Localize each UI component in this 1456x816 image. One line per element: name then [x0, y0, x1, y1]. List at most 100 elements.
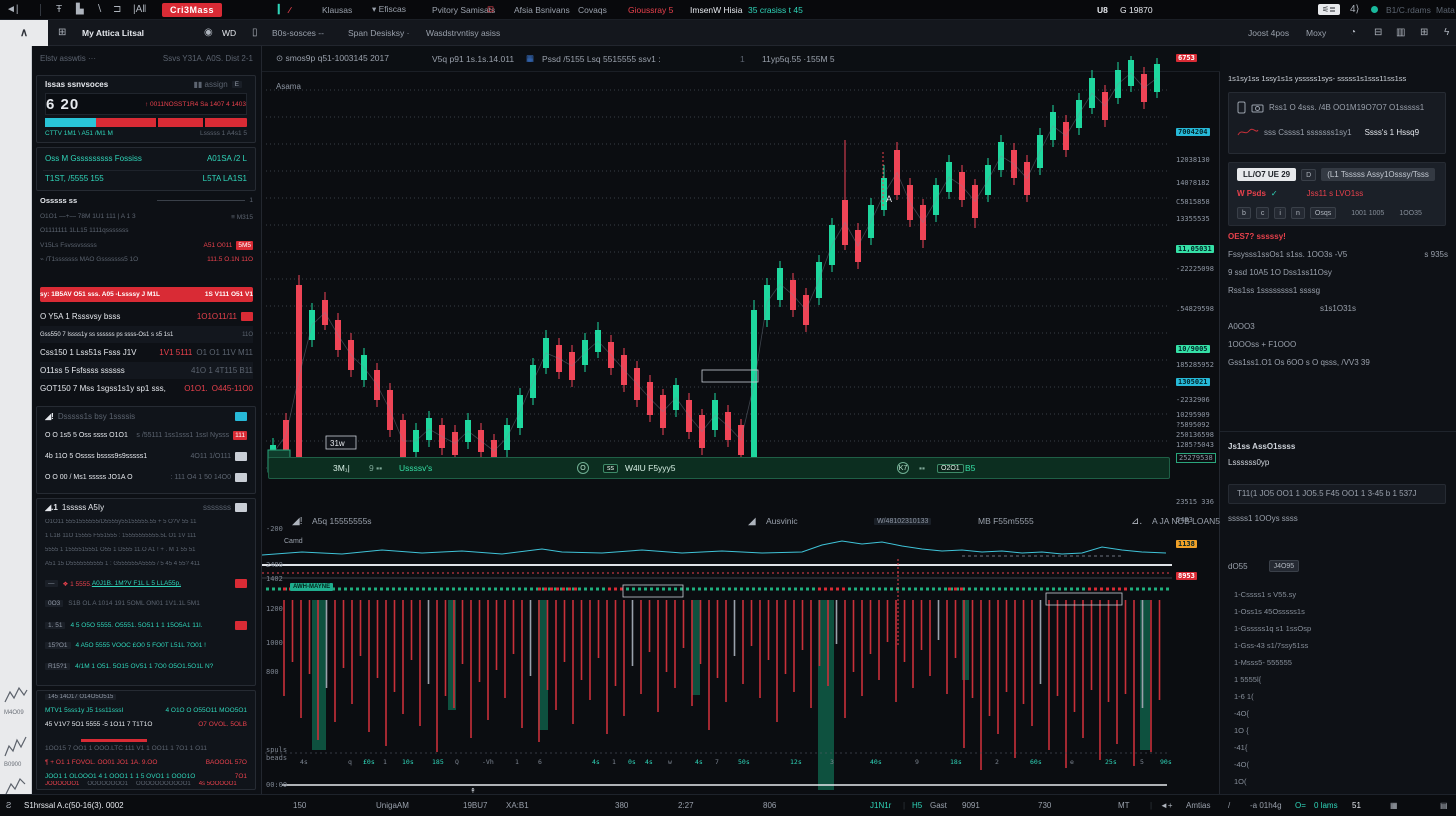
topbar-item[interactable]: ∕ [289, 0, 290, 19]
menubar-icon[interactable]: ◉ [204, 20, 213, 45]
banner-text[interactable]: 3M₁| [333, 463, 350, 473]
log-table-row[interactable]: —❖ 1 5555. A0J1B. 1M?V F1L L 5 LLA55p, [45, 579, 247, 588]
statusbar-item[interactable]: J1N1r [870, 795, 891, 816]
topbar-icon[interactable]: ∖ [96, 0, 102, 19]
statusbar-item[interactable]: 19BU7 [463, 795, 487, 816]
sparkline-icon[interactable] [3, 732, 29, 760]
format-button[interactable]: Osqs [1310, 207, 1336, 219]
corner-chip[interactable]: E [232, 81, 242, 88]
topbar-item[interactable]: 35 crasiss t 45 [748, 0, 803, 19]
watch-row[interactable]: 1OO15 7 OO1 1 OOO.LTC 111 V1 1 OO11 1 7O… [45, 745, 247, 752]
watch-row[interactable]: 45 V1V7 5O1 5555 -5 1O11 7 T1T1OO7 OVOL.… [45, 721, 247, 728]
signals-badge[interactable] [235, 412, 247, 421]
format-button[interactable]: n [1291, 207, 1305, 219]
watch-row[interactable]: MTV1 5sss1y J5 1ss11sssI4 O1O O O55O11 M… [45, 707, 247, 714]
banner-circle-icon[interactable]: K7 [897, 462, 909, 474]
statusbar-item[interactable]: Gast [930, 795, 947, 816]
candlestick-chart[interactable]: 31wA [262, 56, 1210, 496]
log-table-row[interactable]: R15?14/1M 1 O51. 5O15 OV51 1 7O0 O5O1.5O… [45, 663, 247, 670]
topbar-item[interactable]: B1/C.rdams [1386, 0, 1431, 19]
right-list-item[interactable]: 1-Cssss1 s V55.sy [1234, 590, 1296, 599]
menubar-item[interactable]: B0s-sosces -- [272, 20, 324, 45]
statusbar-icon[interactable]: ▦ [1390, 795, 1398, 816]
format-button[interactable]: b [1237, 207, 1251, 219]
topbar-item[interactable]: ▎ [278, 0, 285, 19]
right-list-item[interactable]: -4O( [1234, 760, 1249, 769]
right-list-item[interactable]: 1O( [1234, 777, 1247, 786]
volume-header-chip[interactable]: W/48102310133 [874, 508, 936, 534]
banner-box-chip[interactable]: ss [603, 464, 618, 473]
volume-header-icon[interactable]: ◢! [292, 508, 302, 534]
log-table-row[interactable]: 15?O14 A5O 5555 VOOC £O0 5 FO0T L51L 7O0… [45, 642, 247, 649]
saved-layout-label[interactable]: Ssvs Y31A. A0S. Dist 2-1 [163, 54, 253, 63]
right-list-item[interactable]: 1-Gsssss1q s1 1ssOsp [1234, 624, 1311, 633]
topbar-item[interactable]: Pvitory Samisats [432, 0, 495, 19]
sparkline-icon[interactable] [3, 682, 29, 708]
topbar-item[interactable]: U8 [1097, 0, 1108, 19]
menubar-item[interactable]: Joost 4pos [1248, 20, 1289, 45]
account-row[interactable]: Oss M Gsssssssss FossissA01SA /2 L [45, 154, 247, 163]
statusbar-item[interactable]: MT [1118, 795, 1130, 816]
banner-text[interactable]: ▪▪ [919, 463, 925, 473]
tab-active[interactable]: LL/O7 UE 29 [1237, 168, 1296, 181]
statusbar-icon[interactable]: ▤ [1440, 795, 1448, 816]
battery-chip[interactable]: ⚟≣ [1318, 0, 1340, 19]
statusbar-item[interactable]: Amtias [1186, 795, 1210, 816]
banner-text[interactable]: W4lU F5yyy5 [625, 463, 676, 473]
right-list-item[interactable]: -41{ [1234, 743, 1247, 752]
statusbar-icon[interactable]: Ƨ [6, 795, 11, 816]
topbar-item[interactable]: Covaqs [578, 0, 607, 19]
topbar-item[interactable]: G 19870 [1120, 0, 1153, 19]
banner-text[interactable]: 9 ▪▪ [369, 463, 382, 473]
right-list-item[interactable]: -4O{ [1234, 709, 1249, 718]
banner-circle-icon[interactable]: O [577, 462, 589, 474]
menubar-item[interactable]: Moxy [1306, 20, 1326, 45]
log-table-row[interactable]: 1. 514 5 O5O 5555. O5551. 5O51 1 1 15O5A… [45, 621, 247, 630]
signal-row[interactable]: O O 1s5 5 Oss ssss O1O1s /55111 1ss1sss1… [45, 431, 247, 440]
statusbar-item[interactable]: 730 [1038, 795, 1051, 816]
volume-chart[interactable]: ↟ [262, 535, 1210, 793]
alert-banner[interactable]: sy: 1B5AV O51 sss. A05 -Lssssy J M1L 1S … [40, 287, 253, 302]
statusbar-item[interactable]: 2:27 [678, 795, 694, 816]
topbar-item[interactable]: Mata [1436, 0, 1455, 19]
menubar-icon[interactable]: ◔ [1350, 20, 1356, 45]
order-row[interactable]: O11ss 5 Fsfssss ssssss41O 1 4T115 B11 [40, 362, 253, 379]
topbar-item[interactable]: Afsia Bsnivans [514, 0, 570, 19]
order-row[interactable]: Gss550 7 Issss1y ss ssssss ps ssss-Os1 s… [40, 326, 253, 343]
assign-button[interactable]: ▮▮ assign [194, 80, 228, 89]
right-list-item[interactable]: 1 5555l{ [1234, 675, 1261, 684]
collapse-chevron-icon[interactable]: ∧ [0, 20, 48, 46]
statusbar-item[interactable]: 9091 [962, 795, 980, 816]
statusbar-item[interactable]: 0 lams [1314, 795, 1338, 816]
right-list-item[interactable]: 1-Gss-43 s1/7ssy51ss [1234, 641, 1308, 650]
statusbar-item[interactable]: 806 [763, 795, 776, 816]
watch-row[interactable]: JOO1 1 OLOOO1 4 1 OOO1 1 1 5 OVO1 1 OOO1… [45, 773, 247, 780]
account-row[interactable]: T1ST, /5555 155L5TA LA1S1 [45, 174, 247, 183]
value-chip[interactable]: J4O95 [1269, 560, 1300, 572]
banner-box-chip[interactable]: O2O1 [937, 464, 964, 473]
signal-row[interactable]: O O 00 / Ms1 sssss JO1A O: 111 O4 1 50 1… [45, 473, 247, 482]
format-button[interactable]: i [1274, 207, 1286, 219]
volume-header-label[interactable]: Ausvinic [766, 508, 798, 534]
menubar-icon[interactable]: ▥ [1396, 20, 1405, 45]
menubar-item[interactable]: Wasdstrvntisy asiss [426, 20, 500, 45]
right-list-item[interactable]: 1-Oss1s 45Osssss1s [1234, 607, 1305, 616]
tab-secondary[interactable]: (L1 Tsssss Assy1Osssy/Tsss [1321, 168, 1435, 181]
topbar-item[interactable]: ⊡ [487, 0, 494, 19]
statusbar-icon[interactable]: ◄+ [1160, 795, 1173, 816]
menubar-icon[interactable]: ⊟ [1374, 20, 1382, 45]
statusbar-item[interactable]: -a 01h4g [1250, 795, 1282, 816]
right-list-item[interactable]: 1O { [1234, 726, 1249, 735]
topbar-icon[interactable]: ⊐ [113, 0, 121, 19]
topbar-item[interactable]: Gioussray 5 [628, 0, 673, 19]
exposure-bar[interactable] [45, 118, 247, 127]
tab-mini[interactable]: D [1301, 169, 1316, 181]
menubar-icon[interactable]: ▯ [252, 20, 258, 45]
watch-tab[interactable]: 145 14O17 O14O5O515 [45, 694, 116, 700]
right-list-item[interactable]: 1-6 1( [1234, 692, 1254, 701]
menubar-item[interactable]: WD [222, 20, 236, 45]
price-axis[interactable]: 6753700420412038130140?8182C581585813355… [1174, 46, 1220, 794]
topbar-item[interactable]: Klausas [322, 0, 352, 19]
menubar-item[interactable]: Span Desisksy · [348, 20, 409, 45]
statusbar-item[interactable]: / [1228, 795, 1230, 816]
